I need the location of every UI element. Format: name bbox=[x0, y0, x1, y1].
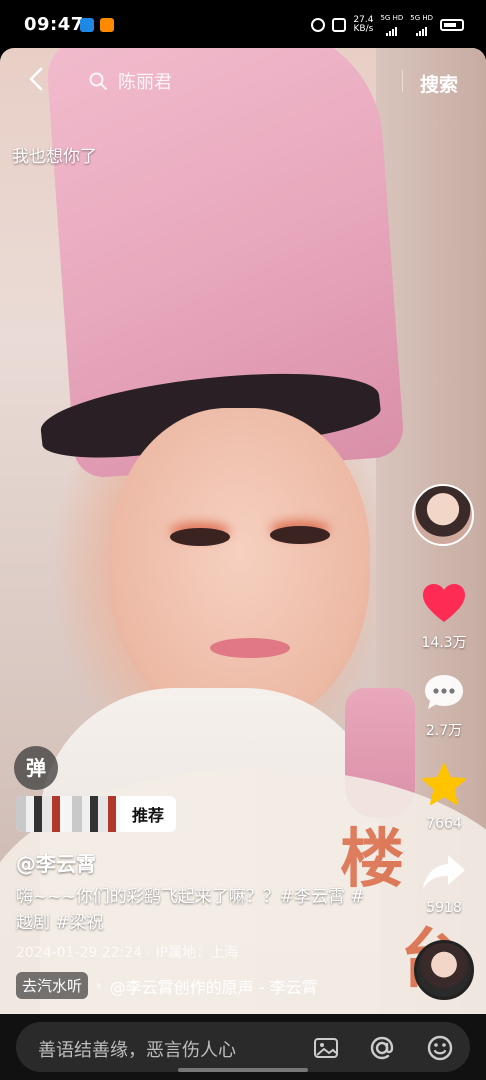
search-query: 陈丽君 bbox=[118, 72, 172, 93]
signal-bars-icon bbox=[386, 22, 398, 36]
music-title[interactable]: @李云霄创作的原声 - 李云霄 bbox=[110, 974, 318, 998]
search-button[interactable]: 搜索 bbox=[420, 70, 458, 97]
like-button[interactable]: 14.3万 bbox=[409, 582, 479, 652]
star-icon bbox=[422, 763, 466, 805]
overlay-caption: 我也想你了 bbox=[12, 147, 97, 167]
signal-2: 5G HD bbox=[410, 14, 433, 36]
comment-count: 2.7万 bbox=[425, 723, 463, 739]
alarm-icon bbox=[311, 18, 326, 32]
chevron-right-icon: › bbox=[96, 977, 102, 994]
comment-placeholder: 善语结善缘，恶言伤人心 bbox=[38, 1040, 236, 1061]
video-description[interactable]: 嗨~~~你们的彩鹞飞起来了嘛？？#李云霄 #越剧 #梁祝 bbox=[16, 884, 366, 936]
left-eye bbox=[170, 528, 230, 546]
mute-icon bbox=[332, 18, 347, 32]
status-bar: 09:47 27.4 KB/s 5G HD 5G HD bbox=[0, 0, 486, 48]
creator-avatar[interactable] bbox=[412, 484, 474, 546]
signal-1-label: 5G HD bbox=[380, 14, 404, 22]
music-disc-avatar[interactable] bbox=[414, 940, 474, 1000]
author-name[interactable]: @李云霄 bbox=[16, 848, 96, 877]
signal-2-label: 5G HD bbox=[410, 14, 433, 22]
music-row[interactable]: 去汽水听 › @李云霄创作的原声 - 李云霄 bbox=[16, 972, 318, 999]
favorite-count: 7664 bbox=[426, 816, 462, 832]
network-speed-unit: KB/s bbox=[353, 24, 374, 34]
like-count: 14.3万 bbox=[421, 635, 467, 651]
share-button[interactable]: 5918 bbox=[409, 852, 479, 916]
qishui-music-chip[interactable]: 去汽水听 bbox=[16, 972, 89, 999]
comment-button[interactable]: 2.7万 bbox=[409, 672, 479, 740]
back-arrow-icon[interactable] bbox=[24, 66, 50, 92]
heart-icon bbox=[423, 584, 465, 622]
status-indicators: 27.4 KB/s 5G HD 5G HD bbox=[311, 14, 464, 36]
weibo-notification-icon bbox=[100, 18, 114, 32]
comment-input[interactable]: 善语结善缘，恶言伤人心 bbox=[16, 1022, 470, 1072]
battery-icon bbox=[440, 19, 464, 31]
app-notification-icon bbox=[80, 18, 94, 32]
network-speed: 27.4 KB/s bbox=[353, 16, 373, 34]
signal-bars-icon bbox=[416, 22, 428, 36]
comment-icon bbox=[425, 675, 463, 709]
emoji-icon[interactable] bbox=[426, 1034, 454, 1062]
search-divider bbox=[402, 70, 403, 92]
lips bbox=[210, 638, 290, 658]
status-time: 09:47 bbox=[24, 14, 84, 35]
share-arrow-icon bbox=[423, 855, 465, 889]
post-meta: 2024-01-29 22:24 · IP属地：上海 bbox=[16, 945, 239, 961]
home-indicator[interactable] bbox=[178, 1068, 308, 1072]
signal-1: 5G HD bbox=[380, 14, 403, 36]
image-icon[interactable] bbox=[312, 1034, 340, 1062]
performer-face bbox=[110, 408, 370, 728]
blurred-name bbox=[16, 796, 120, 832]
recommend-tag[interactable]: 推荐 bbox=[16, 796, 177, 832]
share-count: 5918 bbox=[426, 900, 462, 916]
right-eye bbox=[270, 526, 330, 544]
recommend-label: 推荐 bbox=[132, 806, 165, 825]
mention-icon[interactable] bbox=[368, 1034, 396, 1062]
danmaku-toggle-button[interactable]: 弹 bbox=[14, 746, 58, 790]
search-input[interactable]: 陈丽君 bbox=[76, 62, 406, 100]
search-icon bbox=[89, 72, 107, 90]
favorite-button[interactable]: 7664 bbox=[409, 762, 479, 832]
